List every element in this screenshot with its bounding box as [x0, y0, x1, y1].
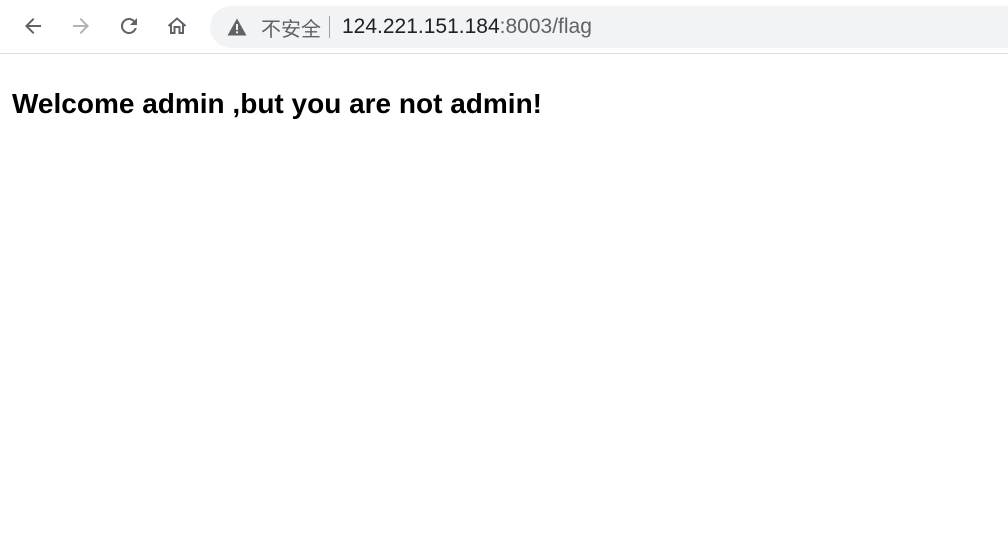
omnibox-divider	[329, 16, 330, 38]
back-button[interactable]	[16, 9, 50, 43]
arrow-right-icon	[69, 14, 93, 38]
home-icon	[165, 14, 189, 38]
security-label[interactable]: 不安全	[261, 13, 321, 42]
url-host: 124.221.151.184	[342, 15, 500, 38]
forward-button[interactable]	[64, 9, 98, 43]
browser-toolbar: 不安全 124.221.151.184:8003/flag	[0, 0, 1008, 54]
url-path: :8003/flag	[499, 15, 592, 38]
warning-triangle-icon[interactable]	[226, 16, 248, 38]
arrow-left-icon	[21, 14, 45, 38]
address-bar[interactable]: 不安全 124.221.151.184:8003/flag	[210, 6, 1008, 48]
url-text[interactable]: 124.221.151.184:8003/flag	[342, 15, 592, 39]
reload-icon	[117, 14, 141, 38]
page-heading: Welcome admin ,but you are not admin!	[12, 88, 542, 119]
home-button[interactable]	[160, 9, 194, 43]
reload-button[interactable]	[112, 9, 146, 43]
